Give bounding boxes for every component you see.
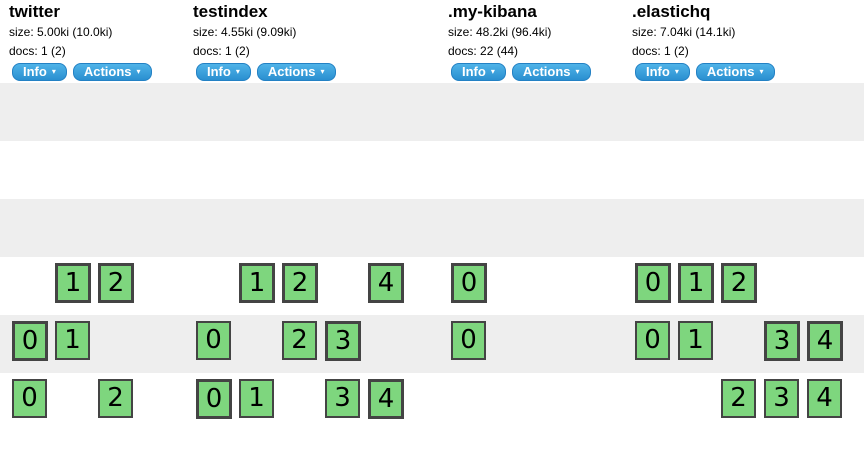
index-size: size: 7.04ki (14.1ki) [632, 25, 736, 39]
info-button[interactable]: Info ▾ [451, 63, 506, 81]
shard-twitter-1[interactable]: 1 [55, 321, 90, 360]
shard-twitter-0[interactable]: 0 [12, 379, 47, 418]
node-row [0, 199, 864, 257]
index-name: twitter [9, 2, 60, 21]
actions-button[interactable]: Actions ▾ [256, 63, 336, 81]
actions-button[interactable]: Actions ▾ [72, 63, 152, 81]
shard-twitter-0[interactable]: 0 [12, 321, 48, 361]
node-row: 1 2 1 2 4 0 0 1 2 [0, 257, 864, 315]
shard-testindex-0[interactable]: 0 [196, 321, 231, 360]
index-name: .my-kibana [448, 2, 537, 21]
shard-elastichq-0[interactable]: 0 [635, 321, 670, 360]
index-column-twitter: twitter size: 5.00ki (10.0ki) docs: 1 (2… [9, 0, 152, 81]
shard-elastichq-3[interactable]: 3 [764, 321, 800, 361]
index-docs: docs: 1 (2) [193, 44, 250, 58]
shard-elastichq-4[interactable]: 4 [807, 321, 843, 361]
shard-elastichq-1[interactable]: 1 [678, 321, 713, 360]
shard-testindex-1[interactable]: 1 [239, 263, 275, 303]
shard-testindex-3[interactable]: 3 [325, 379, 360, 418]
index-docs: docs: 22 (44) [448, 44, 519, 58]
shard-testindex-2[interactable]: 2 [282, 321, 317, 360]
shard-my-kibana-0[interactable]: 0 [451, 263, 487, 303]
shard-testindex-4[interactable]: 4 [368, 263, 404, 303]
caret-down-icon: ▾ [759, 67, 764, 76]
caret-down-icon: ▾ [136, 67, 141, 76]
caret-down-icon: ▾ [51, 67, 56, 76]
shard-testindex-3[interactable]: 3 [325, 321, 361, 361]
shard-testindex-2[interactable]: 2 [282, 263, 318, 303]
index-column-my-kibana: .my-kibana size: 48.2ki (96.4ki) docs: 2… [448, 0, 591, 81]
info-button[interactable]: Info ▾ [635, 63, 690, 81]
shard-elastichq-4[interactable]: 4 [807, 379, 842, 418]
shard-testindex-4[interactable]: 4 [368, 379, 404, 419]
node-row: 0 1 0 2 3 0 0 1 3 4 [0, 315, 864, 373]
caret-down-icon: ▾ [235, 67, 240, 76]
shard-elastichq-0[interactable]: 0 [635, 263, 671, 303]
index-size: size: 5.00ki (10.0ki) [9, 25, 113, 39]
actions-button[interactable]: Actions ▾ [511, 63, 591, 81]
caret-down-icon: ▾ [490, 67, 495, 76]
shard-elastichq-2[interactable]: 2 [721, 379, 756, 418]
index-docs: docs: 1 (2) [632, 44, 689, 58]
shard-twitter-1[interactable]: 1 [55, 263, 91, 303]
index-name: .elastichq [632, 2, 711, 21]
info-button[interactable]: Info ▾ [12, 63, 67, 81]
info-button[interactable]: Info ▾ [196, 63, 251, 81]
caret-down-icon: ▾ [674, 67, 679, 76]
index-size: size: 4.55ki (9.09ki) [193, 25, 297, 39]
node-row [0, 83, 864, 141]
index-name: testindex [193, 2, 268, 21]
shard-elastichq-3[interactable]: 3 [764, 379, 799, 418]
node-row [0, 141, 864, 199]
shard-twitter-2[interactable]: 2 [98, 379, 133, 418]
index-docs: docs: 1 (2) [9, 44, 66, 58]
index-column-elastichq: .elastichq size: 7.04ki (14.1ki) docs: 1… [632, 0, 775, 81]
shard-elastichq-2[interactable]: 2 [721, 263, 757, 303]
shard-my-kibana-0[interactable]: 0 [451, 321, 486, 360]
node-row: 0 2 0 1 3 4 2 3 4 [0, 373, 864, 431]
shard-elastichq-1[interactable]: 1 [678, 263, 714, 303]
caret-down-icon: ▾ [575, 67, 580, 76]
actions-button[interactable]: Actions ▾ [695, 63, 775, 81]
shard-twitter-2[interactable]: 2 [98, 263, 134, 303]
index-size: size: 48.2ki (96.4ki) [448, 25, 552, 39]
index-column-testindex: testindex size: 4.55ki (9.09ki) docs: 1 … [193, 0, 336, 81]
shard-testindex-1[interactable]: 1 [239, 379, 274, 418]
shard-testindex-0[interactable]: 0 [196, 379, 232, 419]
caret-down-icon: ▾ [320, 67, 325, 76]
